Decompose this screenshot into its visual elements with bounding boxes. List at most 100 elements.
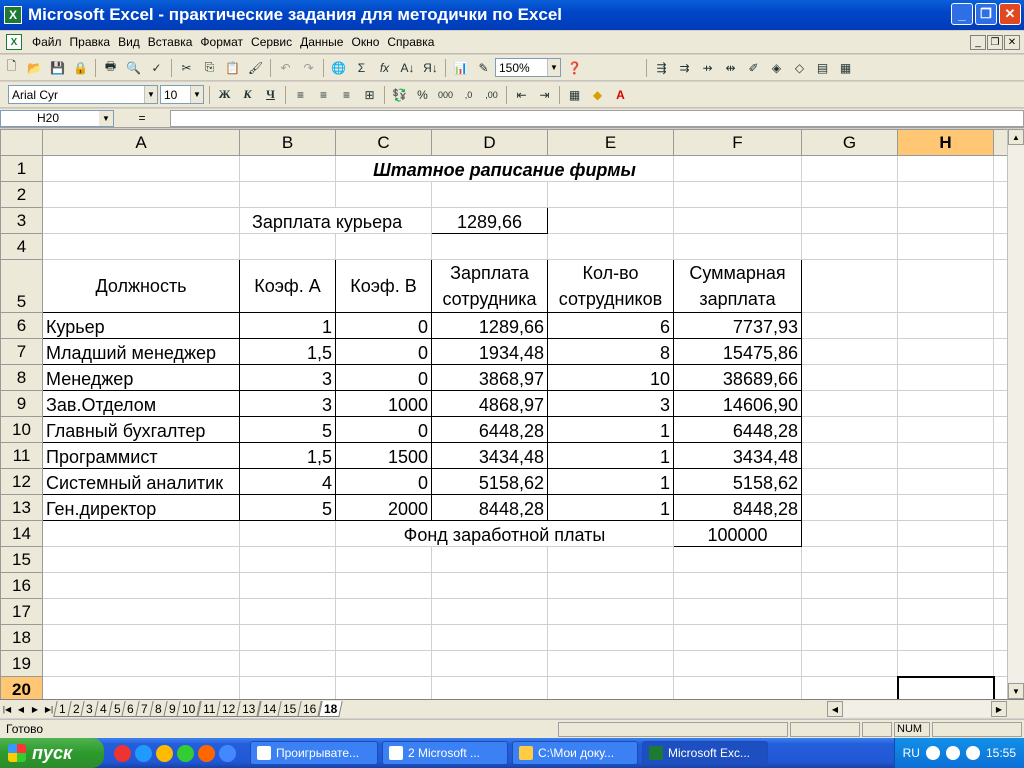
header-salary[interactable]: Зарплата сотрудника	[431, 259, 548, 313]
cell[interactable]: Ген.директор	[42, 494, 240, 521]
format-painter-icon[interactable]: 🖌	[245, 58, 266, 78]
cell[interactable]: 1	[547, 442, 674, 469]
align-left-icon[interactable]: ≡	[290, 85, 311, 105]
decrease-decimal-icon[interactable]: ,00	[481, 85, 502, 105]
cell[interactable]: 38689,66	[673, 364, 802, 391]
row-header[interactable]: 17	[0, 598, 43, 625]
task-media-player[interactable]: Проигрывате...	[250, 741, 378, 765]
increase-decimal-icon[interactable]: ,0	[458, 85, 479, 105]
scroll-down-icon[interactable]: ▼	[1008, 683, 1024, 699]
cell[interactable]: 1,5	[239, 442, 336, 469]
header-count[interactable]: Кол-во сотрудников	[547, 259, 674, 313]
column-header[interactable]: G	[801, 129, 898, 156]
header-coef-b[interactable]: Коэф. В	[335, 259, 432, 313]
cell[interactable]: 14606,90	[673, 390, 802, 417]
permission-icon[interactable]: 🔒	[70, 58, 91, 78]
cell[interactable]: Программист	[42, 442, 240, 469]
menu-tools[interactable]: Сервис	[247, 35, 296, 49]
italic-button[interactable]: К	[237, 85, 258, 105]
cell[interactable]: 0	[335, 364, 432, 391]
select-all-corner[interactable]	[0, 129, 43, 156]
header-position[interactable]: Должность	[42, 259, 240, 313]
menu-view[interactable]: Вид	[114, 35, 144, 49]
cell[interactable]: 1500	[335, 442, 432, 469]
excel-app-icon[interactable]: X	[4, 6, 22, 24]
thousands-separator-icon[interactable]: 000	[435, 85, 456, 105]
cell[interactable]: 6448,28	[431, 416, 548, 443]
vertical-scrollbar[interactable]: ▲ ▼	[1007, 129, 1024, 699]
header-total[interactable]: Суммарная зарплата	[673, 259, 802, 313]
courier-salary-value[interactable]: 1289,66	[431, 207, 548, 234]
save-icon[interactable]: 💾	[47, 58, 68, 78]
cell[interactable]: 1289,66	[431, 312, 548, 339]
underline-button[interactable]: Ч	[260, 85, 281, 105]
menu-file[interactable]: Файл	[28, 35, 66, 49]
clear-circles-icon[interactable]: ◇	[789, 58, 810, 78]
cut-icon[interactable]: ✂	[176, 58, 197, 78]
cell[interactable]: 7737,93	[673, 312, 802, 339]
row-header[interactable]: 1	[0, 155, 43, 182]
cell[interactable]: 1,5	[239, 338, 336, 365]
cell[interactable]: 0	[335, 338, 432, 365]
cell[interactable]: Главный бухгалтер	[42, 416, 240, 443]
cell[interactable]: 3868,97	[431, 364, 548, 391]
scroll-up-icon[interactable]: ▲	[1008, 129, 1024, 145]
row-header[interactable]: 4	[0, 233, 43, 260]
row-header[interactable]: 6	[0, 312, 43, 339]
doc-restore-button[interactable]: ❐	[987, 34, 1003, 50]
row-header[interactable]: 9	[0, 390, 43, 417]
menu-data[interactable]: Данные	[296, 35, 347, 49]
start-button[interactable]: пуск	[0, 738, 104, 768]
bold-button[interactable]: Ж	[214, 85, 235, 105]
quicklaunch-ie-icon[interactable]	[219, 744, 236, 762]
evaluate-formula-icon[interactable]: ▦	[835, 58, 856, 78]
column-header[interactable]: H	[897, 129, 994, 156]
sheet-tab-active[interactable]: 18	[318, 701, 343, 717]
help-icon[interactable]: ❓	[564, 58, 585, 78]
cell[interactable]: 5	[239, 494, 336, 521]
print-icon[interactable]: 🖶	[100, 58, 121, 78]
language-indicator[interactable]: RU	[903, 746, 920, 760]
sheet-title-cell[interactable]: Штатное раписание фирмы	[335, 155, 674, 182]
tray-refresh-icon[interactable]	[945, 746, 960, 760]
cell[interactable]: 3434,48	[431, 442, 548, 469]
task-explorer[interactable]: C:\Мои доку...	[512, 741, 638, 765]
row-header[interactable]: 13	[0, 494, 43, 521]
courier-salary-label[interactable]: Зарплата курьера	[239, 207, 432, 234]
font-select[interactable]: Arial Cyr ▼	[8, 85, 158, 104]
cell[interactable]: 15475,86	[673, 338, 802, 365]
worksheet-grid[interactable]: A B C D E F G H 1 Штатное раписание фирм…	[0, 129, 1024, 699]
horizontal-scrollbar[interactable]: ◀ ▶	[827, 701, 1007, 717]
trace-dependents-icon[interactable]: ⇉	[674, 58, 695, 78]
task-excel[interactable]: Microsoft Exc...	[642, 741, 768, 765]
header-coef-a[interactable]: Коэф. А	[239, 259, 336, 313]
restore-button[interactable]: ❐	[975, 3, 997, 25]
row-header[interactable]: 18	[0, 624, 43, 651]
align-right-icon[interactable]: ≡	[336, 85, 357, 105]
merge-center-icon[interactable]: ⊞	[359, 85, 380, 105]
cell[interactable]: 1	[547, 468, 674, 495]
cell[interactable]: 1	[547, 494, 674, 521]
print-preview-icon[interactable]: 🔍	[123, 58, 144, 78]
name-box[interactable]: H20 ▼	[0, 109, 114, 127]
menu-edit[interactable]: Правка	[66, 35, 115, 49]
first-sheet-icon[interactable]: |◀	[0, 702, 14, 717]
menu-format[interactable]: Формат	[196, 35, 247, 49]
row-header[interactable]: 19	[0, 650, 43, 677]
trace-error-icon[interactable]: ⇹	[720, 58, 741, 78]
font-color-icon[interactable]: A	[610, 85, 631, 105]
decrease-indent-icon[interactable]: ⇤	[511, 85, 532, 105]
minimize-button[interactable]: _	[951, 3, 973, 25]
cell[interactable]: 8448,28	[431, 494, 548, 521]
zoom-select[interactable]: 150% ▼	[495, 58, 561, 77]
column-header[interactable]: A	[42, 129, 240, 156]
cell[interactable]: 8	[547, 338, 674, 365]
task-word[interactable]: 2 Microsoft ...	[382, 741, 508, 765]
row-header[interactable]: 10	[0, 416, 43, 443]
row-header[interactable]: 3	[0, 207, 43, 234]
cell[interactable]: 4	[239, 468, 336, 495]
open-icon[interactable]: 📂	[24, 58, 45, 78]
close-button[interactable]: ✕	[999, 3, 1021, 25]
align-center-icon[interactable]: ≡	[313, 85, 334, 105]
remove-arrows-icon[interactable]: ⇸	[697, 58, 718, 78]
